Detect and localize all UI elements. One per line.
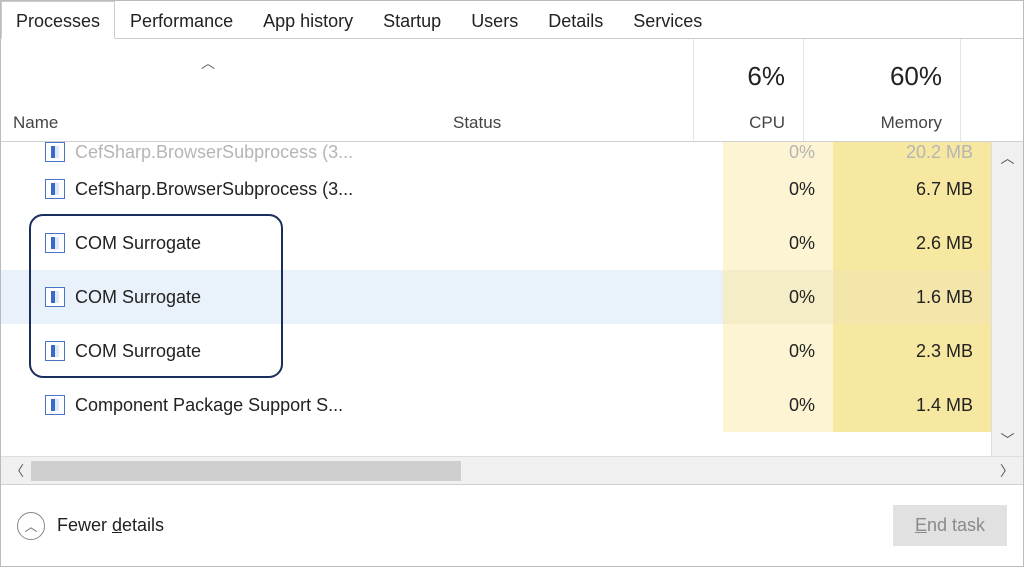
memory-usage-percent: 60%	[890, 61, 942, 92]
process-icon	[45, 395, 65, 415]
tab-services[interactable]: Services	[618, 1, 717, 38]
process-memory: 20.2 MB	[833, 142, 991, 162]
cpu-usage-percent: 6%	[747, 61, 785, 92]
tab-bar: Processes Performance App history Startu…	[1, 1, 1023, 39]
footer-bar: ︿ Fewer details End task	[1, 484, 1023, 566]
process-icon	[45, 179, 65, 199]
tab-app-history[interactable]: App history	[248, 1, 368, 38]
process-name: CefSharp.BrowserSubprocess (3...	[75, 142, 353, 162]
process-icon	[45, 233, 65, 253]
fewer-details-label: Fewer details	[57, 515, 164, 536]
tab-users[interactable]: Users	[456, 1, 533, 38]
process-cpu: 0%	[723, 142, 833, 162]
table-row[interactable]: COM Surrogate 0% 2.6 MB	[1, 216, 991, 270]
column-header-name[interactable]: Name	[13, 113, 58, 133]
table-row[interactable]: COM Surrogate 0% 1.6 MB	[1, 270, 991, 324]
process-name: COM Surrogate	[75, 287, 201, 308]
scrollbar-thumb[interactable]	[31, 461, 461, 481]
process-name: COM Surrogate	[75, 341, 201, 362]
scroll-down-icon[interactable]: ﹀	[1001, 430, 1015, 450]
tab-startup[interactable]: Startup	[368, 1, 456, 38]
scroll-up-icon[interactable]: ︿	[1001, 148, 1015, 168]
process-cpu: 0%	[723, 216, 833, 270]
process-icon	[45, 287, 65, 307]
process-memory: 1.6 MB	[833, 270, 991, 324]
process-icon	[45, 142, 65, 162]
process-cpu: 0%	[723, 378, 833, 432]
process-memory: 2.3 MB	[833, 324, 991, 378]
process-icon	[45, 341, 65, 361]
process-cpu: 0%	[723, 162, 833, 216]
chevron-up-icon: ︿	[17, 512, 45, 540]
task-manager-window: Processes Performance App history Startu…	[0, 0, 1024, 567]
table-row[interactable]: CefSharp.BrowserSubprocess (3... 0% 6.7 …	[1, 162, 991, 216]
scroll-right-icon[interactable]: 〉	[997, 461, 1017, 481]
sort-ascending-icon: ︿	[201, 53, 215, 73]
process-list: CefSharp.BrowserSubprocess (3... 0% 20.2…	[1, 142, 1023, 456]
scrollbar-track[interactable]	[27, 457, 997, 484]
end-task-button[interactable]: End task	[893, 505, 1007, 546]
memory-label: Memory	[881, 113, 942, 133]
process-memory: 2.6 MB	[833, 216, 991, 270]
cpu-label: CPU	[749, 113, 785, 133]
horizontal-scrollbar[interactable]: 〈 〉	[1, 456, 1023, 484]
tab-performance[interactable]: Performance	[115, 1, 248, 38]
column-header-row: ︿ Name Status 6% CPU 60% Memory	[1, 39, 1023, 142]
process-cpu: 0%	[723, 324, 833, 378]
table-row[interactable]: Component Package Support S... 0% 1.4 MB	[1, 378, 991, 432]
tab-processes[interactable]: Processes	[1, 1, 115, 39]
fewer-details-button[interactable]: ︿ Fewer details	[17, 512, 164, 540]
scroll-left-icon[interactable]: 〈	[7, 461, 27, 481]
process-cpu: 0%	[723, 270, 833, 324]
table-row[interactable]: CefSharp.BrowserSubprocess (3... 0% 20.2…	[1, 142, 991, 162]
table-row[interactable]: COM Surrogate 0% 2.3 MB	[1, 324, 991, 378]
process-name: CefSharp.BrowserSubprocess (3...	[75, 179, 353, 200]
process-name: COM Surrogate	[75, 233, 201, 254]
process-name: Component Package Support S...	[75, 395, 343, 416]
vertical-scrollbar[interactable]: ︿ ﹀	[991, 142, 1023, 456]
tab-details[interactable]: Details	[533, 1, 618, 38]
column-header-cpu[interactable]: 6% CPU	[693, 39, 803, 141]
process-memory: 6.7 MB	[833, 162, 991, 216]
process-memory: 1.4 MB	[833, 378, 991, 432]
column-header-memory[interactable]: 60% Memory	[803, 39, 961, 141]
column-header-status[interactable]: Status	[453, 113, 501, 133]
